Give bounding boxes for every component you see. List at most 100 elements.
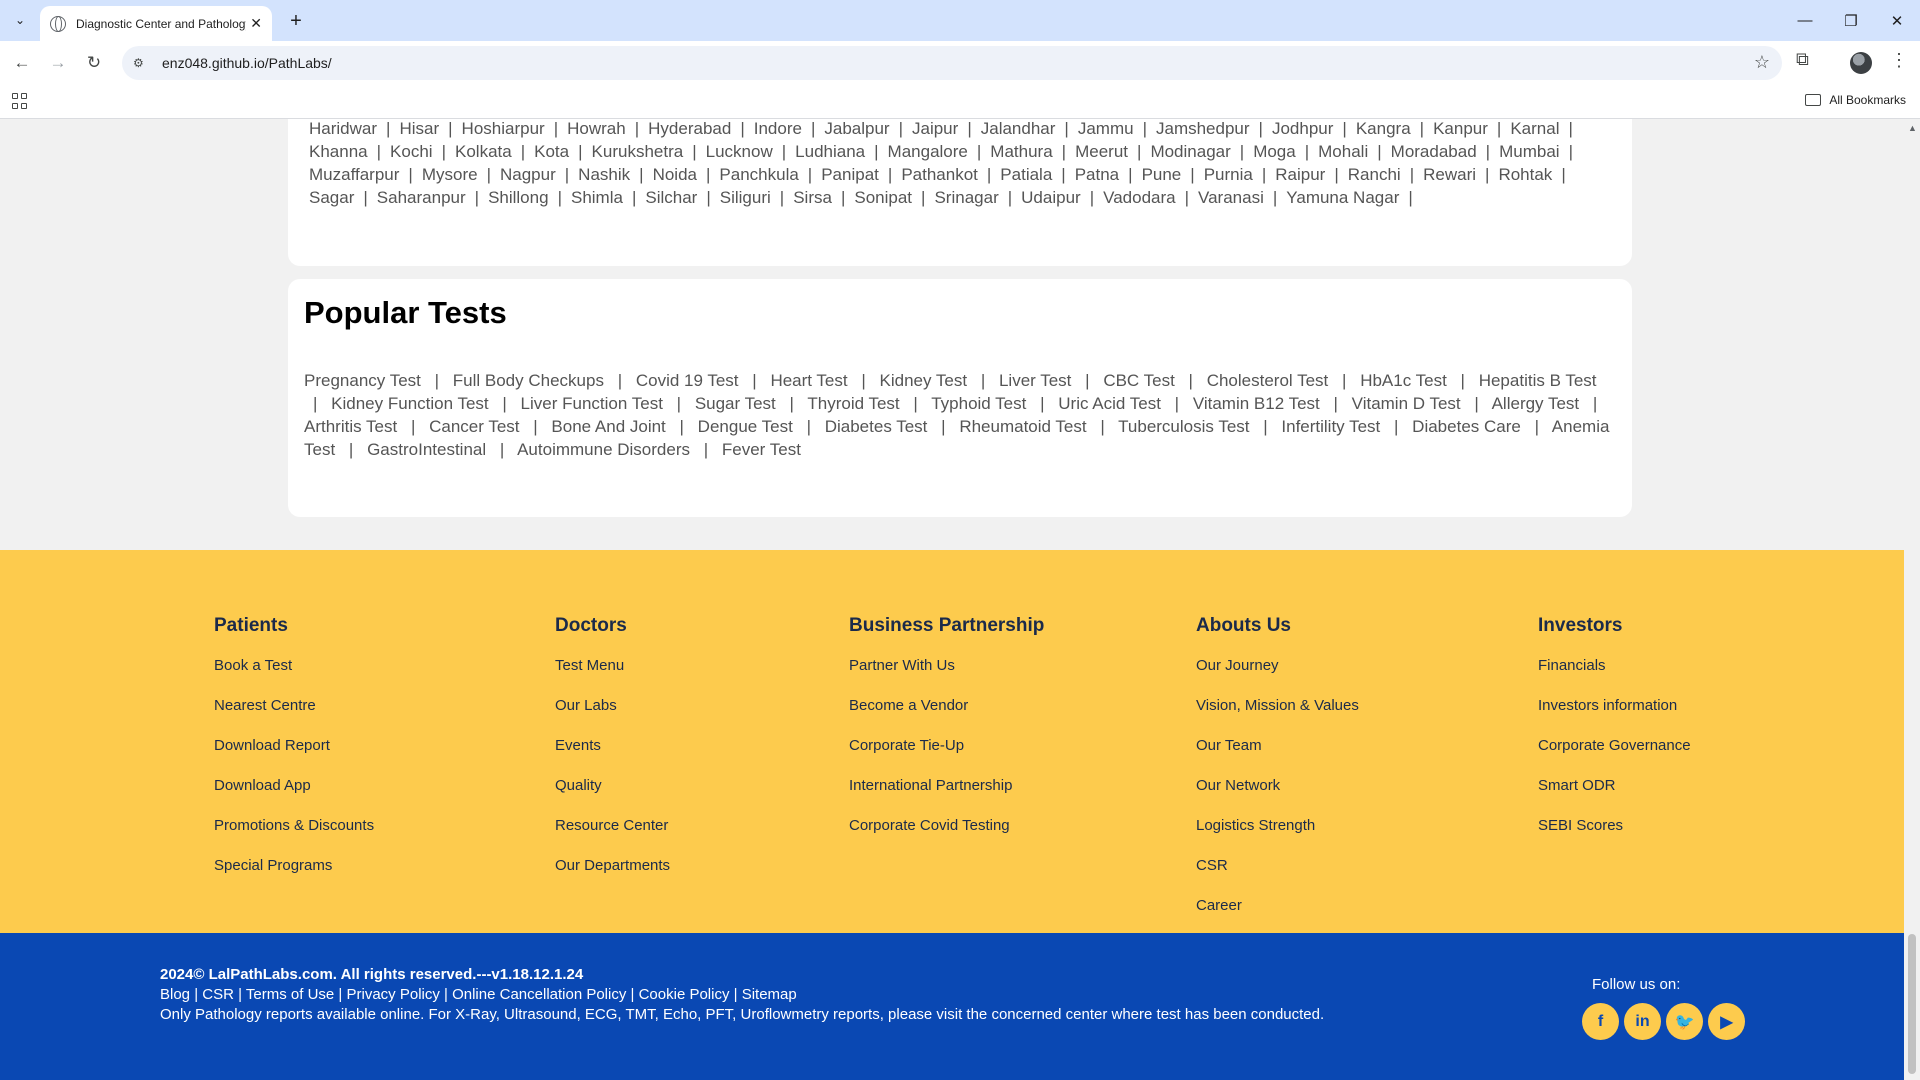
city-link[interactable]: Sirsa: [793, 188, 832, 207]
city-link[interactable]: Ranchi: [1348, 165, 1401, 184]
city-link[interactable]: Mumbai: [1499, 142, 1559, 161]
city-link[interactable]: Indore: [754, 119, 802, 138]
test-link[interactable]: Vitamin D Test: [1352, 394, 1461, 413]
test-link[interactable]: HbA1c Test: [1360, 371, 1447, 390]
test-link[interactable]: Infertility Test: [1281, 417, 1380, 436]
footer-link[interactable]: Corporate Covid Testing: [849, 817, 1044, 857]
footer-link[interactable]: Investors information: [1538, 697, 1691, 737]
footer-link[interactable]: Partner With Us: [849, 657, 1044, 697]
footer-link[interactable]: Download Report: [214, 737, 374, 777]
city-link[interactable]: Srinagar: [934, 188, 998, 207]
city-link[interactable]: Jaipur: [912, 119, 958, 138]
legal-link[interactable]: Terms of Use: [246, 986, 334, 1003]
test-link[interactable]: Autoimmune Disorders: [517, 440, 690, 459]
footer-link[interactable]: Download App: [214, 777, 374, 817]
city-link[interactable]: Panipat: [821, 165, 879, 184]
city-link[interactable]: Silchar: [645, 188, 697, 207]
city-link[interactable]: Lucknow: [706, 142, 773, 161]
legal-link[interactable]: Cookie Policy: [639, 986, 730, 1003]
legal-link[interactable]: Sitemap: [742, 986, 797, 1003]
city-link[interactable]: Jalandhar: [981, 119, 1056, 138]
all-bookmarks-button[interactable]: All Bookmarks: [1805, 93, 1906, 107]
footer-link[interactable]: CSR: [1196, 857, 1359, 897]
back-arrow-icon[interactable]: ←: [8, 49, 36, 77]
youtube-icon[interactable]: ▶: [1708, 1003, 1745, 1040]
close-window-icon[interactable]: ✕: [1874, 0, 1920, 41]
city-link[interactable]: Mohali: [1318, 142, 1368, 161]
tab-close-icon[interactable]: ✕: [250, 15, 262, 32]
tab-search-chevron-icon[interactable]: ⌄: [8, 8, 32, 32]
city-link[interactable]: Kanpur: [1433, 119, 1488, 138]
city-link[interactable]: Pune: [1142, 165, 1182, 184]
city-link[interactable]: Kangra: [1356, 119, 1411, 138]
footer-link[interactable]: Our Journey: [1196, 657, 1359, 697]
kebab-menu-icon[interactable]: ⋮: [1890, 50, 1908, 71]
city-link[interactable]: Patna: [1075, 165, 1119, 184]
footer-link[interactable]: Corporate Tie-Up: [849, 737, 1044, 777]
city-link[interactable]: Udaipur: [1021, 188, 1081, 207]
test-link[interactable]: Uric Acid Test: [1058, 394, 1161, 413]
city-link[interactable]: Kolkata: [455, 142, 512, 161]
legal-link[interactable]: Privacy Policy: [347, 986, 440, 1003]
test-link[interactable]: Fever Test: [722, 440, 801, 459]
scroll-up-arrow-icon[interactable]: ▲: [1908, 123, 1917, 133]
bookmark-star-icon[interactable]: ☆: [1754, 52, 1770, 73]
test-link[interactable]: Hepatitis B Test: [1479, 371, 1597, 390]
test-link[interactable]: Kidney Test: [880, 371, 968, 390]
city-link[interactable]: Nashik: [578, 165, 630, 184]
city-link[interactable]: Khanna: [309, 142, 368, 161]
test-link[interactable]: GastroIntestinal: [367, 440, 486, 459]
footer-link[interactable]: Logistics Strength: [1196, 817, 1359, 857]
test-link[interactable]: Diabetes Care: [1412, 417, 1521, 436]
city-link[interactable]: Shillong: [488, 188, 549, 207]
city-link[interactable]: Hyderabad: [648, 119, 731, 138]
test-link[interactable]: Thyroid Test: [807, 394, 899, 413]
footer-link[interactable]: SEBI Scores: [1538, 817, 1691, 857]
city-link[interactable]: Panchkula: [719, 165, 798, 184]
url-text[interactable]: enz048.github.io/PathLabs/: [162, 55, 332, 71]
footer-link[interactable]: Financials: [1538, 657, 1691, 697]
legal-link[interactable]: CSR: [202, 986, 234, 1003]
scrollbar-thumb[interactable]: [1908, 934, 1916, 1074]
test-link[interactable]: Rheumatoid Test: [959, 417, 1086, 436]
legal-link[interactable]: Blog: [160, 986, 190, 1003]
city-link[interactable]: Mangalore: [888, 142, 968, 161]
test-link[interactable]: Allergy Test: [1492, 394, 1580, 413]
test-link[interactable]: Kidney Function Test: [331, 394, 489, 413]
footer-link[interactable]: International Partnership: [849, 777, 1044, 817]
city-link[interactable]: Meerut: [1075, 142, 1128, 161]
test-link[interactable]: Bone And Joint: [551, 417, 665, 436]
footer-link[interactable]: Become a Vendor: [849, 697, 1044, 737]
footer-link[interactable]: Test Menu: [555, 657, 670, 697]
city-link[interactable]: Rewari: [1423, 165, 1476, 184]
test-link[interactable]: Full Body Checkups: [453, 371, 604, 390]
footer-link[interactable]: Nearest Centre: [214, 697, 374, 737]
city-link[interactable]: Saharanpur: [377, 188, 466, 207]
city-link[interactable]: Hisar: [399, 119, 439, 138]
test-link[interactable]: Heart Test: [770, 371, 847, 390]
restore-icon[interactable]: ❐: [1828, 0, 1874, 41]
new-tab-plus-icon[interactable]: +: [283, 8, 309, 34]
footer-link[interactable]: Promotions & Discounts: [214, 817, 374, 857]
city-link[interactable]: Noida: [653, 165, 697, 184]
city-link[interactable]: Rohtak: [1498, 165, 1552, 184]
city-link[interactable]: Moga: [1253, 142, 1296, 161]
city-link[interactable]: Hoshiarpur: [462, 119, 545, 138]
footer-link[interactable]: Special Programs: [214, 857, 374, 897]
city-link[interactable]: Haridwar: [309, 119, 377, 138]
footer-link[interactable]: Career: [1196, 897, 1359, 937]
test-link[interactable]: Arthritis Test: [304, 417, 397, 436]
city-link[interactable]: Ludhiana: [795, 142, 865, 161]
profile-avatar[interactable]: [1850, 52, 1872, 74]
city-link[interactable]: Purnia: [1204, 165, 1253, 184]
city-link[interactable]: Sagar: [309, 188, 354, 207]
city-link[interactable]: Howrah: [567, 119, 626, 138]
city-link[interactable]: Moradabad: [1391, 142, 1477, 161]
footer-link[interactable]: Resource Center: [555, 817, 670, 857]
page-scrollbar[interactable]: ▲: [1904, 119, 1920, 1080]
footer-link[interactable]: Corporate Governance: [1538, 737, 1691, 777]
test-link[interactable]: Covid 19 Test: [636, 371, 739, 390]
city-link[interactable]: Jabalpur: [824, 119, 889, 138]
footer-link[interactable]: Our Team: [1196, 737, 1359, 777]
city-link[interactable]: Vadodara: [1103, 188, 1175, 207]
